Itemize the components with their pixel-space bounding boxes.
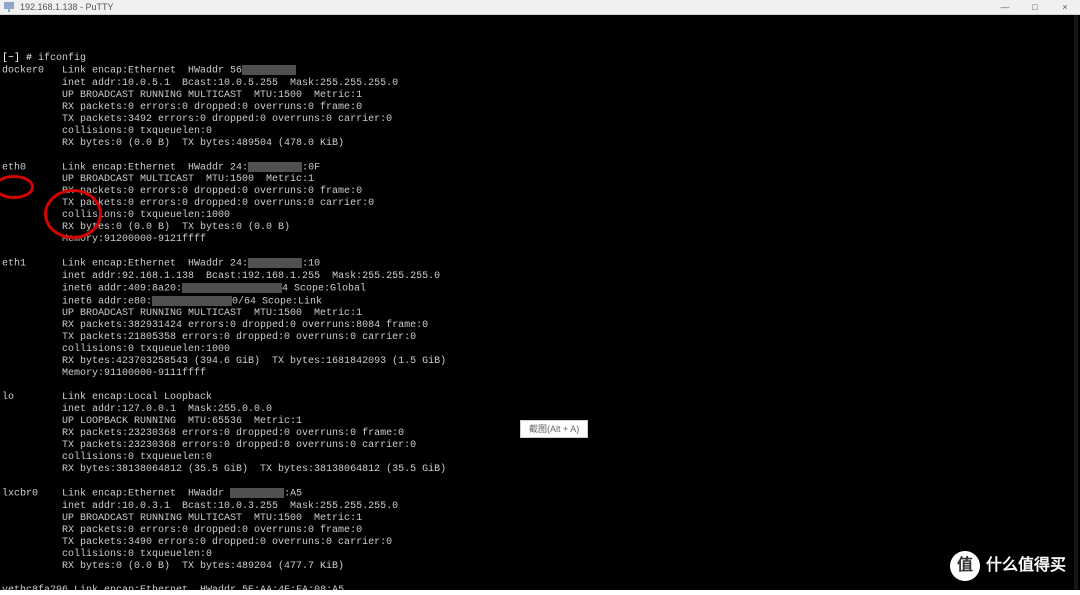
redacted-hwaddr (230, 488, 284, 498)
window-title: 192.168.1.138 - PuTTY (20, 1, 114, 13)
terminal-area[interactable]: [~] # ifconfig docker0 Link encap:Ethern… (0, 15, 1080, 590)
iface-name: eth0 (2, 162, 26, 173)
smzdm-logo-icon: 值 (950, 551, 980, 581)
redacted-ipv6 (182, 283, 282, 293)
iface-name: lxcbr0 (2, 489, 38, 500)
iface-name: eth1 (2, 259, 26, 270)
minimize-button[interactable]: — (990, 0, 1020, 14)
terminal-content: [~] # ifconfig docker0 Link encap:Ethern… (2, 53, 1078, 590)
iface-name: docker0 (2, 66, 44, 77)
smzdm-logo-text: 什么值得买 (986, 560, 1066, 572)
iface-name: lo (2, 392, 14, 403)
window-controls: — □ × (990, 0, 1080, 14)
scrollbar-track[interactable] (1074, 15, 1078, 590)
screenshot-tooltip[interactable]: 截图(Alt + A) (520, 420, 588, 438)
redacted-hwaddr (248, 162, 302, 172)
redacted-hwaddr (248, 258, 302, 268)
prompt: [~] # (2, 53, 38, 64)
redacted-hwaddr (242, 65, 296, 75)
window-titlebar: 192.168.1.138 - PuTTY — □ × (0, 0, 1080, 15)
putty-icon (4, 2, 14, 12)
close-button[interactable]: × (1050, 0, 1080, 14)
redacted-ipv6 (152, 296, 232, 306)
smzdm-watermark: 值 什么值得买 (950, 551, 1066, 581)
maximize-button[interactable]: □ (1020, 0, 1050, 14)
iface-name: vethc8fa296 (2, 585, 68, 590)
command: ifconfig (38, 53, 86, 64)
